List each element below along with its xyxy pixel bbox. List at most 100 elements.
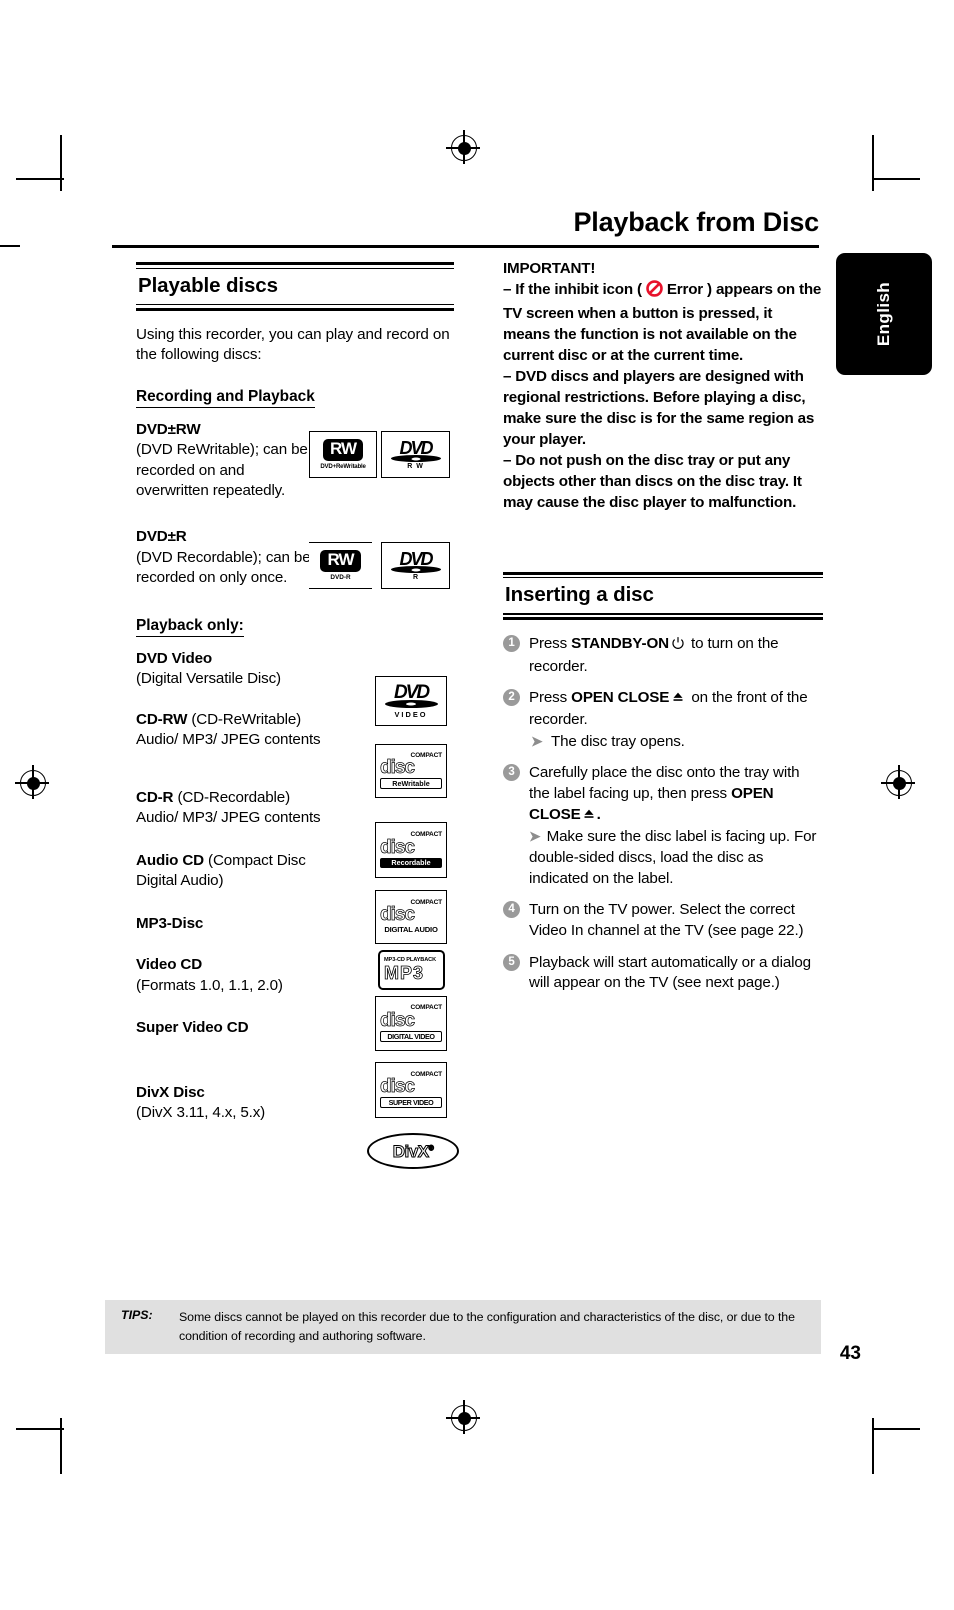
disc-description-2: Audio/ MP3/ JPEG contents <box>136 731 321 749</box>
step-5-text: Playback will start automatically or a d… <box>529 953 811 992</box>
power-standby-icon <box>671 636 685 656</box>
step-5: 5 Playback will start automatically or a… <box>503 953 823 994</box>
disc-description: (Digital Versatile Disc) <box>136 670 281 688</box>
step-2-sub-text: The disc tray opens. <box>551 732 685 750</box>
eject-icon <box>672 689 684 710</box>
step-number: 2 <box>503 689 520 707</box>
disc-description: (CD-ReWritable) <box>187 710 302 728</box>
page-title: Playback from Disc <box>573 207 819 237</box>
step-2-bold: OPEN CLOSE <box>571 689 670 707</box>
playback-only-heading: Playback only: <box>136 617 244 637</box>
step-2-pre: Press <box>529 689 572 707</box>
step-3-sub-text: Make sure the disc label is facing up. F… <box>529 828 817 887</box>
important-item-1-after: Error ) <box>662 280 712 298</box>
important-item-2-text: DVD discs and players are designed with … <box>503 367 815 448</box>
step-2: 2 Press OPEN CLOSE on the front of the r… <box>503 688 823 752</box>
disc-description: (DVD ReWritable); can be recorded on and… <box>136 441 308 500</box>
recording-and-playback-heading: Recording and Playback <box>136 388 315 408</box>
mp3-cd-playback-logo: MP3-CD PLAYBACK MP3 <box>378 950 445 990</box>
important-item-1-before: If the inhibit icon ( <box>511 280 646 298</box>
dvd-rw-logo: DVD R W <box>381 431 450 478</box>
playable-discs-heading-block: Playable discs <box>136 262 454 311</box>
disc-name: DVD Video <box>136 649 213 667</box>
step-1: 1 Press STANDBY-ON to turn on the record… <box>503 634 823 677</box>
inserting-disc-heading-block: Inserting a disc <box>503 571 823 621</box>
inhibit-error-icon <box>646 280 663 304</box>
compact-disc-digital-video-logo: COMPACT disc DIGITAL VIDEO <box>375 996 447 1051</box>
language-tab: English <box>836 253 932 375</box>
dvd-video-logo: DVD VIDEO <box>375 676 447 726</box>
tips-text: Some discs cannot be played on this reco… <box>179 1310 795 1343</box>
disc-name: CD-R <box>136 788 174 806</box>
registration-mark-right <box>881 765 915 799</box>
disc-name: DVD±RW <box>136 420 201 438</box>
step-number: 4 <box>503 901 520 919</box>
step-4-text: Turn on the TV power. Select the correct… <box>529 901 804 939</box>
playable-discs-title: Playable discs <box>138 273 278 297</box>
registration-mark-left <box>15 765 49 799</box>
important-item-1: – If the inhibit icon ( Error ) appears … <box>503 280 823 367</box>
disc-description: (Compact Disc <box>203 851 306 869</box>
language-tab-label: English <box>874 281 893 347</box>
disc-description: (DVD Recordable); can be recorded on onl… <box>136 548 311 587</box>
divx-logo: DivX® <box>367 1133 459 1169</box>
step-number: 1 <box>503 635 520 653</box>
compact-disc-super-video-logo: COMPACT disc SUPER VIDEO <box>375 1062 447 1118</box>
compact-disc-rewritable-logo: COMPACT disc ReWritable <box>375 744 447 798</box>
crop-mark-bottom-left-h <box>16 1428 64 1430</box>
step-number: 5 <box>503 953 520 971</box>
disc-name: MP3-Disc <box>136 914 204 932</box>
step-1-pre: Press <box>529 635 572 653</box>
arrow-right-icon: ➤ <box>529 828 541 845</box>
step-number: 3 <box>503 764 520 782</box>
important-title: IMPORTANT! <box>503 260 596 277</box>
important-item-3-text: Do not push on the disc tray or put any … <box>503 451 802 511</box>
dash-1: – <box>503 280 512 298</box>
arrow-right-icon: ➤ <box>531 732 543 749</box>
registration-mark-bottom <box>446 1400 480 1434</box>
registration-mark-top <box>446 130 480 164</box>
step-3: 3 Carefully place the disc onto the tray… <box>503 763 823 889</box>
dvd-plus-r-logo: RW DVD-R <box>309 542 372 589</box>
crop-mark-bottom-right-h <box>872 1428 920 1430</box>
important-item-2: – DVD discs and players are designed wit… <box>503 367 823 451</box>
dash-3: – <box>503 451 512 469</box>
crop-mark-bottom-left-v <box>60 1418 62 1474</box>
step-3-subnote: ➤ Make sure the disc label is facing up. … <box>529 827 823 889</box>
step-3-post: . <box>596 805 601 823</box>
crop-mark-top-right-v <box>872 135 874 191</box>
header-rule <box>112 245 819 248</box>
crop-mark-left-mid <box>0 245 20 247</box>
disc-description-2: Digital Audio) <box>136 872 224 890</box>
crop-mark-bottom-right-v <box>872 1418 874 1474</box>
disc-description: (DivX 3.11, 4.x, 5.x) <box>136 1104 266 1122</box>
dvd-r-logo: DVD R <box>381 542 450 589</box>
disc-description: (CD-Recordable) <box>173 788 290 806</box>
crop-mark-top-right-h <box>872 178 920 180</box>
dash-2: – <box>503 367 512 385</box>
disc-name: DVD±R <box>136 528 187 545</box>
important-item-3: – Do not push on the disc tray or put an… <box>503 451 823 514</box>
dvd-plus-rewritable-logo: RW DVD+ReWritable <box>309 431 377 478</box>
disc-name: CD-RW <box>136 710 188 728</box>
crop-mark-top-left-h <box>16 178 64 180</box>
inserting-disc-title: Inserting a disc <box>505 583 654 607</box>
compact-disc-recordable-logo: COMPACT disc Recordable <box>375 822 447 878</box>
step-4: 4 Turn on the TV power. Select the corre… <box>503 900 823 941</box>
compact-disc-digital-audio-logo: COMPACT disc DIGITAL AUDIO <box>375 890 447 944</box>
crop-mark-top-left-v <box>60 135 62 191</box>
disc-name: Video CD <box>136 956 203 974</box>
disc-name: Super Video CD <box>136 1019 249 1037</box>
page-number: 43 <box>839 1343 861 1364</box>
disc-name: Audio CD <box>136 851 204 869</box>
document-page: Playback from Disc English Playable disc… <box>0 0 954 1610</box>
playable-discs-intro: Using this recorder, you can play and re… <box>136 325 450 364</box>
step-2-subnote: ➤ The disc tray opens. <box>529 732 823 753</box>
eject-icon <box>583 806 595 827</box>
disc-name: DivX Disc <box>136 1083 205 1101</box>
disc-description-2: Audio/ MP3/ JPEG contents <box>136 809 321 827</box>
tips-footer: TIPS: Some discs cannot be played on thi… <box>105 1300 821 1355</box>
step-1-bold: STANDBY-ON <box>571 635 669 653</box>
right-column: IMPORTANT! – If the inhibit icon ( Error… <box>503 259 823 1005</box>
tips-label: TIPS: <box>121 1308 153 1322</box>
